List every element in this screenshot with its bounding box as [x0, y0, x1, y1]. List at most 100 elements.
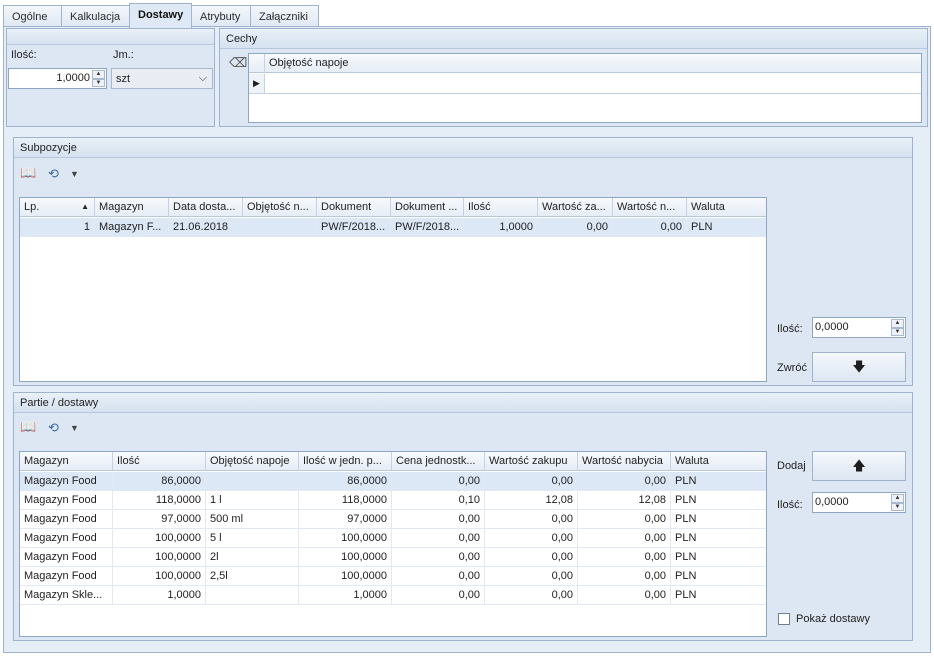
- cell-quantity: 1,0000: [113, 586, 206, 605]
- table-row[interactable]: Magazyn Food 86,0000 86,0000 0,00 0,00 0,00 PL…: [20, 472, 766, 491]
- cell-volume: 1 l: [206, 491, 299, 510]
- cell-qty-base-unit: 100,0000: [299, 548, 392, 567]
- cell-currency: PLN: [691, 221, 713, 233]
- tab-general[interactable]: Ogólne: [3, 5, 62, 27]
- spin-down-icon[interactable]: ▼: [891, 327, 904, 336]
- quantity-stepper[interactable]: 1,0000 ▲ ▼: [8, 68, 107, 89]
- cell-acquisition-value: 0,00: [578, 567, 671, 586]
- column-header-quantity[interactable]: Ilość: [464, 198, 538, 217]
- cell-currency: PLN: [675, 513, 697, 525]
- cell-volume: [206, 472, 299, 491]
- table-row[interactable]: Magazyn Food 97,0000 500 ml 97,0000 0,00 0,00…: [20, 510, 766, 529]
- book-icon[interactable]: 📖: [20, 165, 36, 181]
- spin-down-icon[interactable]: ▼: [891, 502, 904, 511]
- quantity-label: Ilość:: [11, 49, 37, 61]
- chevron-down-icon: ⌵: [198, 72, 207, 84]
- dropdown-arrow-icon[interactable]: ▼: [70, 166, 79, 182]
- column-header-currency[interactable]: Waluta: [671, 452, 766, 471]
- cell-volume: [243, 218, 317, 237]
- table-row[interactable]: Magazyn Food 100,0000 2,5l 100,0000 0,00 0,00…: [20, 567, 766, 586]
- column-header-quantity[interactable]: Ilość: [113, 452, 206, 471]
- cell-delivery-date: 21.06.2018: [169, 218, 243, 237]
- cell-qty-base-unit: 100,0000: [299, 567, 392, 586]
- column-header-volume[interactable]: Objętość n...: [243, 198, 317, 217]
- cell-warehouse: Magazyn Food: [20, 548, 113, 567]
- column-header-warehouse[interactable]: Magazyn: [20, 452, 113, 471]
- features-column-header[interactable]: Objętość napoje: [265, 54, 921, 73]
- column-header-unit-price[interactable]: Cena jednostk...: [392, 452, 485, 471]
- add-quantity-value: 0,0000: [815, 496, 849, 508]
- cell-purchase-value: 0,00: [485, 586, 578, 605]
- table-row[interactable]: Magazyn Food 118,0000 1 l 118,0000 0,10 12,08…: [20, 491, 766, 510]
- subpositions-grid[interactable]: Lp. ▲ Magazyn Data dosta... Objętość n...…: [19, 197, 767, 382]
- column-header-qty-base-unit[interactable]: Ilość w jedn. p...: [299, 452, 392, 471]
- cell-currency: PLN: [675, 494, 697, 506]
- quantity-value: 1,0000: [56, 72, 90, 84]
- quantity-group-header: [7, 29, 214, 45]
- tab-calculation[interactable]: Kalkulacja: [61, 5, 130, 27]
- add-quantity-stepper[interactable]: 0,0000 ▲ ▼: [812, 492, 906, 513]
- cell-acquisition-value: 0,00: [578, 548, 671, 567]
- add-quantity-label: Ilość:: [777, 499, 803, 511]
- cell-volume: 5 l: [206, 529, 299, 548]
- spin-up-icon[interactable]: ▲: [92, 70, 105, 79]
- column-header-volume[interactable]: Objętość napoje: [206, 452, 299, 471]
- column-header-document[interactable]: Dokument: [317, 198, 391, 217]
- batches-grid[interactable]: Magazyn Ilość Objętość napoje Ilość w je…: [19, 451, 767, 637]
- features-grid[interactable]: Objętość napoje ▶: [248, 53, 922, 123]
- column-header-warehouse[interactable]: Magazyn: [95, 198, 169, 217]
- refresh-list-icon[interactable]: ⟲: [48, 420, 59, 436]
- table-row[interactable]: Magazyn Food 100,0000 5 l 100,0000 0,00 0,00 0…: [20, 529, 766, 548]
- cell-purchase-value: 12,08: [485, 491, 578, 510]
- batches-title: Partie / dostawy: [14, 393, 912, 413]
- cell-unit-price: 0,00: [392, 472, 485, 491]
- cell-warehouse: Magazyn Food: [20, 472, 113, 491]
- book-icon: 📖: [20, 419, 37, 434]
- table-row[interactable]: Magazyn Skle... 1,0000 1,0000 0,00 0,00 0,00 P…: [20, 586, 766, 605]
- unit-value: szt: [116, 73, 131, 85]
- tab-attachments[interactable]: Załączniki: [250, 5, 319, 27]
- unit-label: Jm.:: [113, 49, 134, 61]
- cell-warehouse: Magazyn Food: [20, 567, 113, 586]
- refresh-list-icon[interactable]: ⟲: [48, 166, 59, 182]
- spin-up-icon[interactable]: ▲: [891, 319, 904, 328]
- column-header-document-2[interactable]: Dokument ...: [391, 198, 464, 217]
- table-row[interactable]: 1 Magazyn F... 21.06.2018 PW/F/2018... P…: [20, 218, 766, 237]
- cell-purchase-value: 0,00: [485, 567, 578, 586]
- dropdown-arrow-icon[interactable]: ▼: [70, 420, 79, 436]
- cell-document-2: PW/F/2018...: [391, 218, 464, 237]
- spin-down-icon[interactable]: ▼: [92, 78, 105, 87]
- table-row[interactable]: Magazyn Food 100,0000 2l 100,0000 0,00 0,00 0,…: [20, 548, 766, 567]
- column-header-acquisition-value[interactable]: Wartość nabycia: [578, 452, 671, 471]
- cell-quantity: 97,0000: [113, 510, 206, 529]
- spin-up-icon[interactable]: ▲: [891, 494, 904, 503]
- sort-ascending-icon: ▲: [81, 202, 89, 211]
- add-label: Dodaj: [777, 460, 806, 472]
- column-header-delivery-date[interactable]: Data dosta...: [169, 198, 243, 217]
- return-quantity-stepper[interactable]: 0,0000 ▲ ▼: [812, 317, 906, 338]
- column-header-purchase-value[interactable]: Wartość za...: [538, 198, 613, 217]
- cell-volume: 2l: [206, 548, 299, 567]
- cell-lp: 1: [20, 218, 95, 237]
- cell-unit-price: 0,00: [392, 567, 485, 586]
- features-row[interactable]: [265, 74, 921, 94]
- cell-quantity: 100,0000: [113, 529, 206, 548]
- cell-unit-price: 0,00: [392, 510, 485, 529]
- return-button[interactable]: 🡇: [812, 352, 906, 382]
- return-label: Zwróć: [777, 362, 807, 374]
- row-pointer-icon: ▶: [249, 74, 265, 94]
- tab-deliveries[interactable]: Dostawy: [129, 3, 192, 28]
- tab-attributes[interactable]: Atrybuty: [191, 5, 251, 27]
- column-header-purchase-value[interactable]: Wartość zakupu: [485, 452, 578, 471]
- cell-document: PW/F/2018...: [317, 218, 391, 237]
- add-button[interactable]: 🡅: [812, 451, 906, 481]
- cell-qty-base-unit: 1,0000: [299, 586, 392, 605]
- column-header-acquisition-value[interactable]: Wartość n...: [613, 198, 687, 217]
- column-header-currency[interactable]: Waluta: [687, 198, 766, 217]
- return-quantity-value: 0,0000: [815, 321, 849, 333]
- column-header-lp[interactable]: Lp. ▲: [20, 198, 95, 217]
- return-quantity-label: Ilość:: [777, 323, 803, 335]
- show-deliveries-checkbox[interactable]: [778, 613, 790, 625]
- unit-select[interactable]: szt ⌵: [111, 68, 213, 89]
- eraser-icon[interactable]: ⌫: [229, 55, 247, 71]
